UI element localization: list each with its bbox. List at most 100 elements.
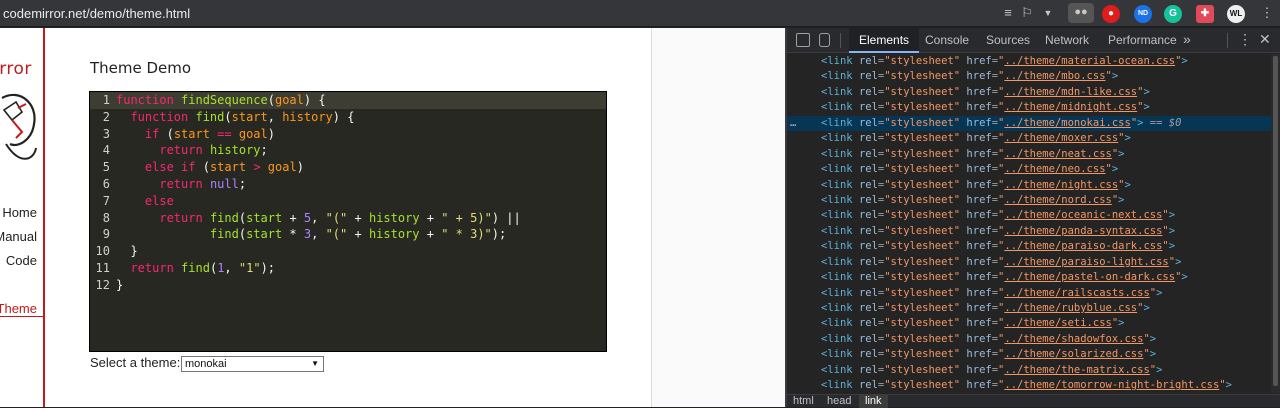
dom-node-row[interactable]: … <link rel="stylesheet" href="../theme/m… (787, 115, 1280, 132)
dom-node-row[interactable]: <link rel="stylesheet" href="../theme/oc… (787, 208, 1280, 223)
code-line: 10 } (90, 243, 606, 260)
line-number: 11 (95, 260, 110, 275)
device-toolbar-icon[interactable] (819, 33, 830, 47)
address-bar[interactable]: codemirror.net/demo/theme.html (3, 6, 190, 21)
dom-node-row[interactable]: <link rel="stylesheet" href="../theme/mo… (787, 131, 1280, 146)
stylesheet-href[interactable]: ../theme/neo.css (1004, 163, 1105, 175)
dom-node-row[interactable]: <link rel="stylesheet" href="../theme/so… (787, 347, 1280, 362)
dom-node-row[interactable]: <link rel="stylesheet" href="../theme/mi… (787, 100, 1280, 115)
line-number: 1 (102, 93, 110, 107)
dom-node-row[interactable]: <link rel="stylesheet" href="../theme/pa… (787, 224, 1280, 239)
stylesheet-href[interactable]: ../theme/nord.css (1004, 194, 1111, 206)
stylesheet-href[interactable]: ../theme/railscasts.css (1004, 287, 1149, 299)
theme-select[interactable]: monokai ▼ (181, 356, 324, 372)
breadcrumb-html[interactable]: html (793, 394, 814, 408)
dom-node-row[interactable]: <link rel="stylesheet" href="../theme/ne… (787, 162, 1280, 177)
dom-node-row[interactable]: <link rel="stylesheet" href="../theme/ne… (787, 147, 1280, 162)
tab-console[interactable]: Console (925, 28, 969, 53)
dom-node-row[interactable]: <link rel="stylesheet" href="../theme/ra… (787, 286, 1280, 301)
extension-blue-icon[interactable]: ND (1134, 5, 1152, 23)
stylesheet-href[interactable]: ../theme/moxer.css (1004, 132, 1118, 144)
code-line: 6 return null; (90, 176, 606, 193)
breadcrumb-head[interactable]: head (827, 394, 851, 408)
menu-chevron-icon[interactable]: ▼ (1042, 4, 1054, 22)
stylesheet-href[interactable]: ../theme/the-matrix.css (1004, 364, 1149, 376)
code-line: 3 if (start == goal) (90, 126, 606, 143)
line-number: 2 (102, 109, 110, 124)
nav-home[interactable]: Home (2, 205, 37, 220)
line-number: 3 (102, 126, 110, 141)
close-icon[interactable]: ✕ (1259, 31, 1271, 48)
extension-incognito-icon[interactable]: ●● (1068, 3, 1094, 23)
stylesheet-href[interactable]: ../theme/midnight.css (1004, 101, 1137, 113)
stylesheet-href[interactable]: ../theme/panda-syntax.css (1004, 225, 1162, 237)
bookmark-icon[interactable]: ⚐ (1020, 4, 1034, 22)
elements-tree[interactable]: <link rel="stylesheet" href="../theme/ma… (787, 54, 1280, 393)
kebab-menu-icon[interactable]: ⋮ (1238, 31, 1252, 48)
stylesheet-href[interactable]: ../theme/solarized.css (1004, 348, 1143, 360)
scrollbar-thumb[interactable] (1273, 56, 1278, 386)
stylesheet-href[interactable]: ../theme/monokai.css (1004, 117, 1130, 129)
theme-select-value: monokai (185, 358, 227, 370)
more-tabs-icon[interactable]: » (1183, 31, 1191, 47)
dom-node-row[interactable]: <link rel="stylesheet" href="../theme/mb… (787, 69, 1280, 84)
stylesheet-href[interactable]: ../theme/mdn-like.css (1004, 86, 1137, 98)
code-line: 12} (90, 277, 606, 294)
dom-node-row[interactable]: <link rel="stylesheet" href="../theme/pa… (787, 239, 1280, 254)
stylesheet-href[interactable]: ../theme/mbo.css (1004, 70, 1105, 82)
line-number: 10 (95, 244, 110, 259)
line-number: 12 (95, 277, 110, 292)
stylesheet-href[interactable]: ../theme/material-ocean.css (1004, 55, 1175, 67)
extension-plus-icon[interactable]: ✚ (1196, 5, 1214, 23)
code-line: 2 function find(start, history) { (90, 109, 606, 126)
page-title: Theme Demo (90, 59, 192, 77)
logo-text: irror (0, 59, 32, 79)
nav-divider (0, 316, 44, 317)
stylesheet-href[interactable]: ../theme/shadowfox.css (1004, 333, 1143, 345)
stylesheet-href[interactable]: ../theme/neat.css (1004, 148, 1111, 160)
extension-profile-icon[interactable]: WL (1227, 5, 1245, 23)
breadcrumb-link[interactable]: link (859, 394, 888, 408)
stylesheet-href[interactable]: ../theme/pastel-on-dark.css (1004, 271, 1175, 283)
dom-node-row[interactable]: <link rel="stylesheet" href="../theme/pa… (787, 255, 1280, 270)
stylesheet-href[interactable]: ../theme/seti.css (1004, 317, 1111, 329)
dom-node-row[interactable]: <link rel="stylesheet" href="../theme/ma… (787, 54, 1280, 69)
dom-node-row[interactable]: <link rel="stylesheet" href="../theme/pa… (787, 270, 1280, 285)
elements-scrollbar[interactable] (1271, 54, 1280, 393)
dom-node-row[interactable]: <link rel="stylesheet" href="../theme/md… (787, 85, 1280, 100)
dom-node-row[interactable]: <link rel="stylesheet" href="../theme/no… (787, 193, 1280, 208)
dom-node-row[interactable]: <link rel="stylesheet" href="../theme/ni… (787, 178, 1280, 193)
dom-node-row[interactable]: <link rel="stylesheet" href="../theme/th… (787, 363, 1280, 378)
devtools-panel: Elements Console Sources Network Perform… (787, 28, 1280, 408)
tab-performance[interactable]: Performance (1108, 28, 1177, 53)
stylesheet-href[interactable]: ../theme/night.css (1004, 179, 1118, 191)
dom-node-row[interactable]: <link rel="stylesheet" href="../theme/to… (787, 378, 1280, 393)
dom-node-row[interactable]: <link rel="stylesheet" href="../theme/ru… (787, 301, 1280, 316)
extension-red-icon[interactable]: ● (1102, 5, 1120, 23)
tab-network[interactable]: Network (1045, 28, 1089, 53)
nav-theme[interactable]: Theme (0, 301, 37, 316)
line-number: 8 (102, 210, 110, 225)
reader-mode-icon[interactable]: ≡ (1000, 4, 1016, 22)
stylesheet-href[interactable]: ../theme/tomorrow-night-bright.css (1004, 379, 1219, 391)
code-editor[interactable]: 1 function findSequence(goal) { 2 functio… (89, 91, 607, 352)
tab-sources[interactable]: Sources (986, 28, 1030, 53)
stylesheet-href[interactable]: ../theme/paraiso-light.css (1004, 256, 1168, 268)
nav-manual[interactable]: Manual (0, 229, 37, 244)
browser-toolbar: codemirror.net/demo/theme.html ≡ ⚐ ▼ ●● … (0, 0, 1280, 27)
stylesheet-href[interactable]: ../theme/paraiso-dark.css (1004, 240, 1162, 252)
page-viewport: irror Home Manual Code Theme Theme Demo … (0, 28, 785, 407)
extension-grammarly-icon[interactable]: G (1164, 5, 1182, 23)
dom-node-row[interactable]: <link rel="stylesheet" href="../theme/sh… (787, 332, 1280, 347)
browser-menu-icon[interactable]: ⋮ (1260, 4, 1274, 22)
stylesheet-href[interactable]: ../theme/oceanic-next.css (1004, 209, 1162, 221)
inspect-element-icon[interactable] (796, 33, 810, 47)
node-actions-icon[interactable]: … (790, 116, 796, 131)
chevron-down-icon: ▼ (311, 359, 319, 368)
page-margin (652, 28, 785, 407)
stylesheet-href[interactable]: ../theme/rubyblue.css (1004, 302, 1137, 314)
tab-elements[interactable]: Elements (849, 28, 920, 53)
dom-node-row[interactable]: <link rel="stylesheet" href="../theme/se… (787, 316, 1280, 331)
code-line: 9 find(start * 3, "(" + history + " * 3)… (90, 226, 606, 243)
nav-code[interactable]: Code (6, 253, 37, 268)
